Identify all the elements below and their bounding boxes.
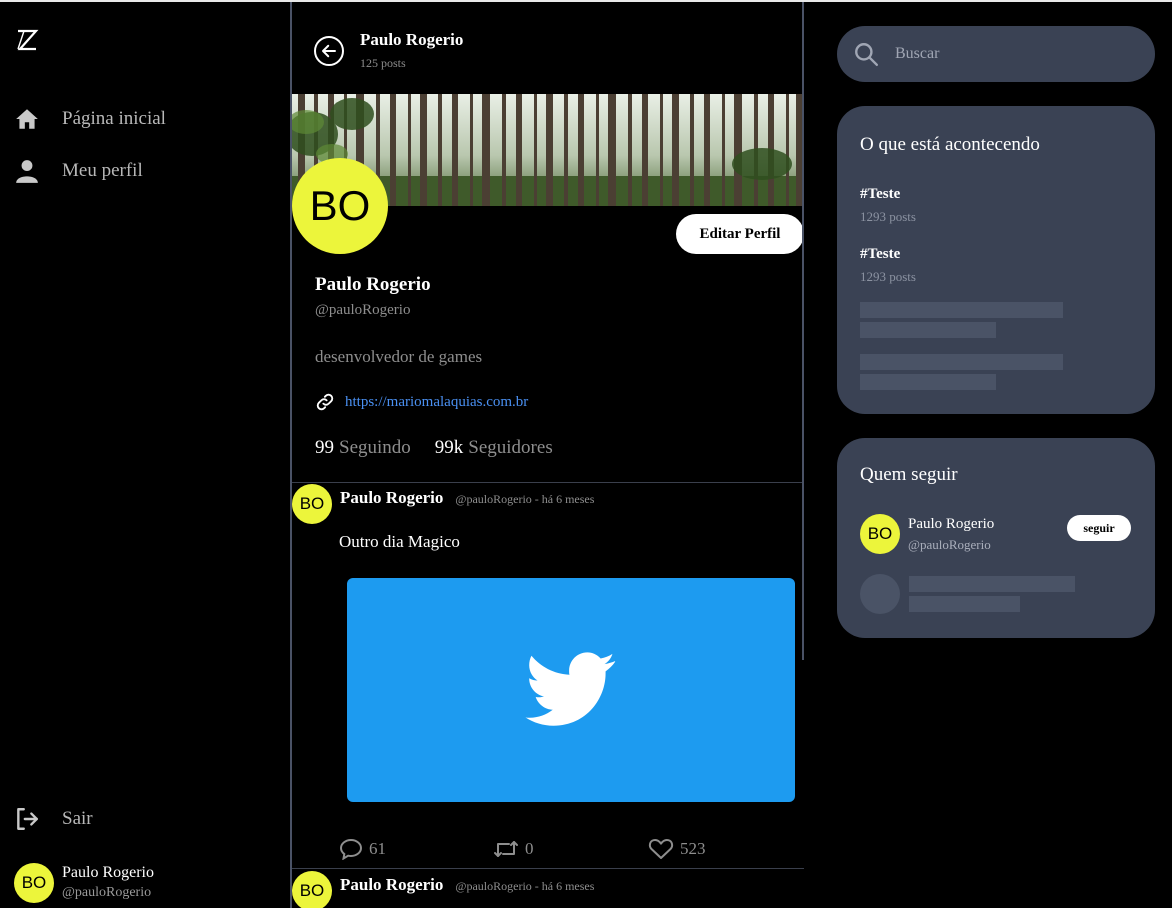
following-stat[interactable]: 99 Seguindo bbox=[315, 437, 411, 459]
retweet-button[interactable]: 0 bbox=[493, 838, 534, 860]
retweet-icon bbox=[494, 841, 518, 857]
post-header: BO Paulo Rogerio @pauloRogerio - há 6 me… bbox=[292, 484, 594, 524]
divider bbox=[292, 868, 804, 869]
suggested-user-name: Paulo Rogerio bbox=[908, 515, 995, 532]
suggested-user[interactable]: BO Paulo Rogerio @pauloRogerio bbox=[860, 514, 994, 554]
skeleton-line bbox=[860, 354, 1063, 370]
post-text: Outro dia Magico bbox=[339, 532, 460, 551]
home-icon bbox=[14, 106, 40, 132]
follow-button[interactable]: seguir bbox=[1067, 515, 1131, 541]
skeleton-line bbox=[860, 322, 996, 338]
comment-icon bbox=[339, 838, 363, 860]
avatar[interactable]: BO bbox=[292, 484, 332, 524]
followers-count: 99k bbox=[434, 437, 464, 458]
trends-card: O que está acontecendo #Teste 1293 posts… bbox=[837, 106, 1155, 414]
sidebar-item-label: Meu perfil bbox=[62, 160, 143, 181]
who-to-follow-title: Quem seguir bbox=[860, 464, 958, 485]
post-author[interactable]: Paulo Rogerio bbox=[340, 875, 443, 895]
skeleton-line bbox=[909, 576, 1075, 592]
post-meta: @pauloRogerio - há 6 meses bbox=[455, 492, 595, 506]
comment-button[interactable]: 61 bbox=[339, 838, 386, 860]
sidebar: Página inicial Meu perfil Sair BO Paulo … bbox=[0, 2, 290, 908]
who-to-follow-card: Quem seguir BO Paulo Rogerio @pauloRoger… bbox=[837, 438, 1155, 638]
skeleton-avatar bbox=[860, 574, 900, 614]
skeleton-line bbox=[909, 596, 1020, 612]
page-title: Paulo Rogerio bbox=[360, 30, 464, 49]
trends-title: O que está acontecendo bbox=[860, 134, 1040, 155]
user-icon bbox=[14, 158, 40, 184]
current-user[interactable]: BO Paulo Rogerio @pauloRogerio bbox=[14, 863, 154, 903]
post-actions: 61 0 523 bbox=[339, 838, 779, 862]
trend-tag[interactable]: #Teste bbox=[860, 186, 900, 203]
followers-stat[interactable]: 99k Seguidores bbox=[435, 437, 553, 459]
avatar[interactable]: BO bbox=[292, 871, 332, 908]
trend-count: 1293 posts bbox=[860, 269, 916, 284]
heart-icon bbox=[648, 839, 674, 859]
column-border bbox=[802, 2, 804, 660]
logout-label: Sair bbox=[62, 808, 93, 829]
logout-button[interactable]: Sair bbox=[14, 806, 93, 832]
avatar: BO bbox=[14, 863, 54, 903]
current-user-name: Paulo Rogerio bbox=[62, 864, 154, 881]
sidebar-item-profile[interactable]: Meu perfil bbox=[14, 158, 143, 184]
post-media[interactable] bbox=[347, 578, 795, 802]
like-count: 523 bbox=[680, 839, 706, 858]
following-count: 99 bbox=[315, 437, 334, 458]
twitter-bird-icon bbox=[525, 652, 616, 726]
profile-column: Paulo Rogerio 125 posts BO Editar Perfil… bbox=[290, 2, 804, 908]
sidebar-item-home[interactable]: Página inicial bbox=[14, 106, 166, 132]
post-meta: @pauloRogerio - há 6 meses bbox=[455, 879, 595, 893]
profile-name: Paulo Rogerio bbox=[315, 274, 431, 295]
back-button[interactable] bbox=[314, 35, 344, 66]
current-user-handle: @pauloRogerio bbox=[62, 885, 152, 900]
avatar: BO bbox=[860, 514, 900, 554]
post-header: BO Paulo Rogerio @pauloRogerio - há 6 me… bbox=[292, 871, 594, 908]
z-logo-icon[interactable] bbox=[15, 28, 39, 52]
profile-avatar: BO bbox=[292, 158, 388, 254]
profile-bio: desenvolvedor de games bbox=[315, 347, 483, 366]
search-input[interactable] bbox=[893, 44, 1133, 64]
profile-link: https://mariomalaquias.com.br bbox=[315, 392, 528, 412]
post-author[interactable]: Paulo Rogerio bbox=[340, 488, 443, 508]
sidebar-item-label: Página inicial bbox=[62, 108, 166, 129]
comment-count: 61 bbox=[369, 839, 386, 858]
profile-stats: 99 Seguindo 99k Seguidores bbox=[315, 437, 577, 459]
followers-label: Seguidores bbox=[468, 437, 553, 458]
following-label: Seguindo bbox=[339, 437, 411, 458]
post-count: 125 posts bbox=[360, 56, 406, 70]
divider bbox=[292, 482, 804, 483]
link-icon bbox=[316, 393, 334, 411]
logout-icon bbox=[14, 806, 40, 832]
search-icon bbox=[855, 43, 879, 67]
trend-tag[interactable]: #Teste bbox=[860, 246, 900, 263]
skeleton-line bbox=[860, 302, 1063, 318]
trend-count: 1293 posts bbox=[860, 209, 916, 224]
retweet-count: 0 bbox=[525, 839, 534, 858]
profile-website-link[interactable]: https://mariomalaquias.com.br bbox=[345, 394, 528, 411]
search-bar bbox=[837, 26, 1155, 82]
profile-handle: @pauloRogerio bbox=[315, 302, 411, 318]
profile-header: Paulo Rogerio 125 posts bbox=[314, 30, 463, 71]
arrow-left-icon bbox=[322, 44, 336, 57]
edit-profile-button[interactable]: Editar Perfil bbox=[676, 214, 804, 254]
skeleton-line bbox=[860, 374, 996, 390]
like-button[interactable]: 523 bbox=[648, 838, 706, 860]
suggested-user-handle: @pauloRogerio bbox=[908, 536, 991, 552]
